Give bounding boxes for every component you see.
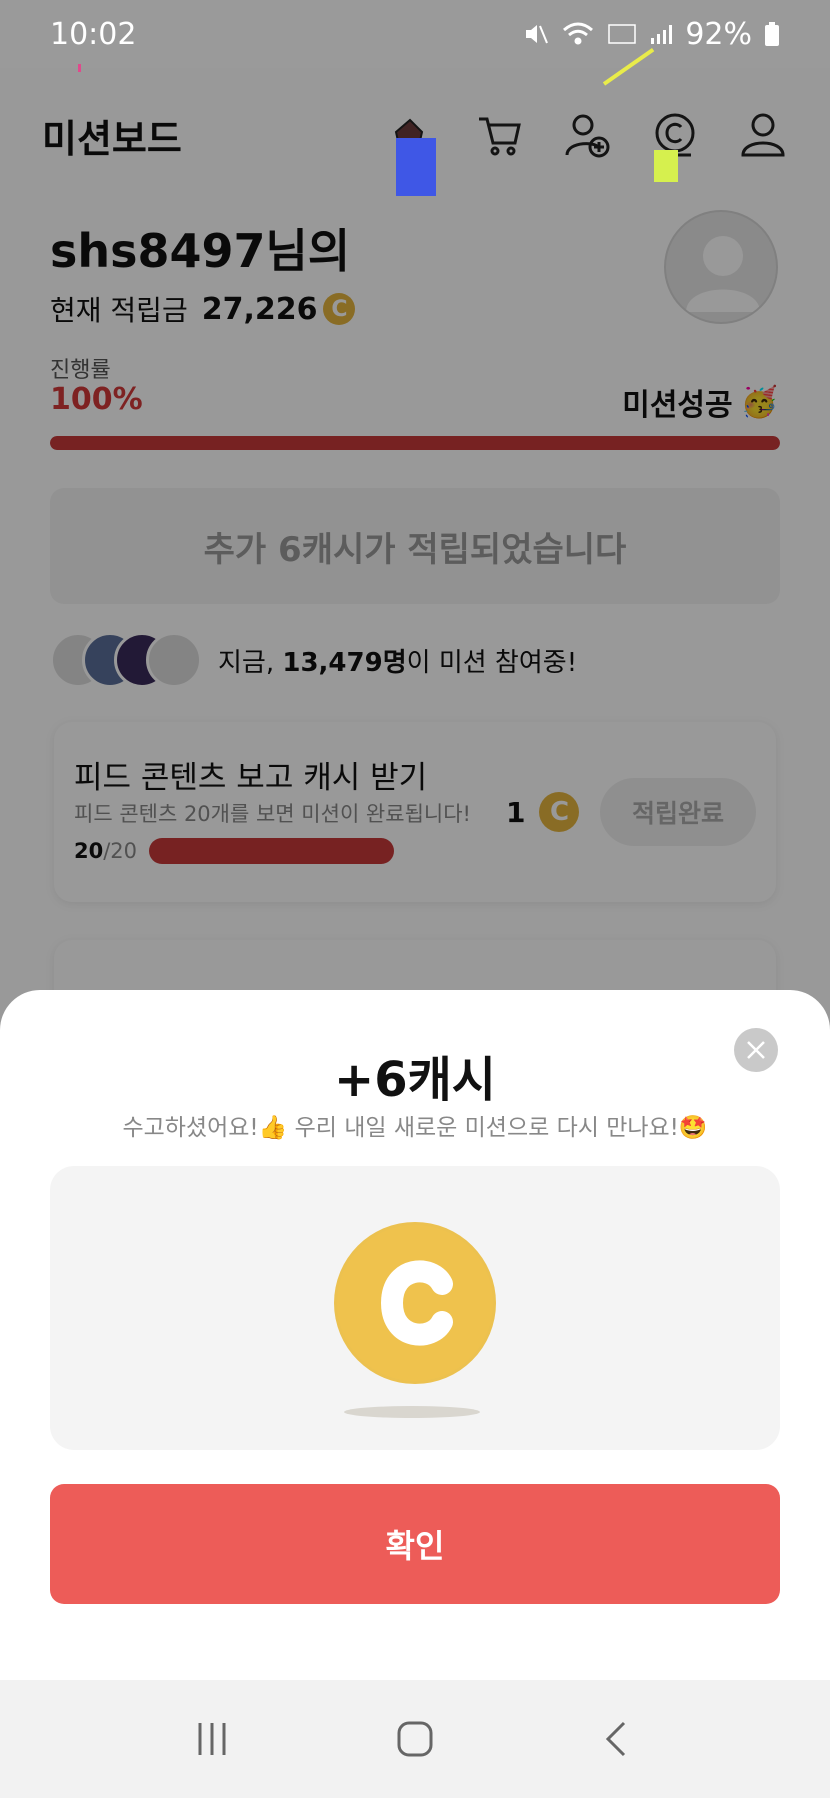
annotation-mark-pink (78, 64, 81, 72)
back-button[interactable] (588, 1709, 648, 1769)
reward-bottom-sheet: +6캐시 수고하셨어요!👍 우리 내일 새로운 미션으로 다시 만나요!🤩 확인 (0, 990, 830, 1680)
recent-apps-button[interactable] (182, 1709, 242, 1769)
confirm-button[interactable]: 확인 (50, 1484, 780, 1604)
coin-illustration (50, 1166, 780, 1450)
home-button[interactable] (385, 1709, 445, 1769)
status-bar: 10:02 92% (0, 0, 830, 68)
mute-icon (523, 21, 549, 47)
battery-icon (764, 21, 780, 47)
sheet-title: +6캐시 (334, 1052, 496, 1108)
signal-icon (649, 22, 673, 46)
recent-apps-icon (198, 1723, 226, 1755)
battery-percent: 92% (685, 16, 752, 52)
system-nav-bar (0, 1680, 830, 1798)
status-right: 92% (523, 17, 780, 52)
back-icon (606, 1721, 626, 1757)
big-coin-icon (334, 1222, 496, 1384)
home-icon (397, 1721, 433, 1757)
app-screen: 미션보드 shs8497님의 현재 적립금 27,226 C 진행률 100% … (0, 0, 830, 1798)
status-time: 10:02 (50, 16, 137, 52)
coin-shadow (344, 1406, 480, 1418)
sheet-subtitle: 수고하셨어요!👍 우리 내일 새로운 미션으로 다시 만나요!🤩 (122, 1115, 708, 1141)
wifi-icon (561, 21, 595, 47)
hd-voice-icon (607, 21, 637, 47)
annotation-mark-yellow (654, 150, 678, 182)
annotation-mark-blue (396, 138, 436, 196)
